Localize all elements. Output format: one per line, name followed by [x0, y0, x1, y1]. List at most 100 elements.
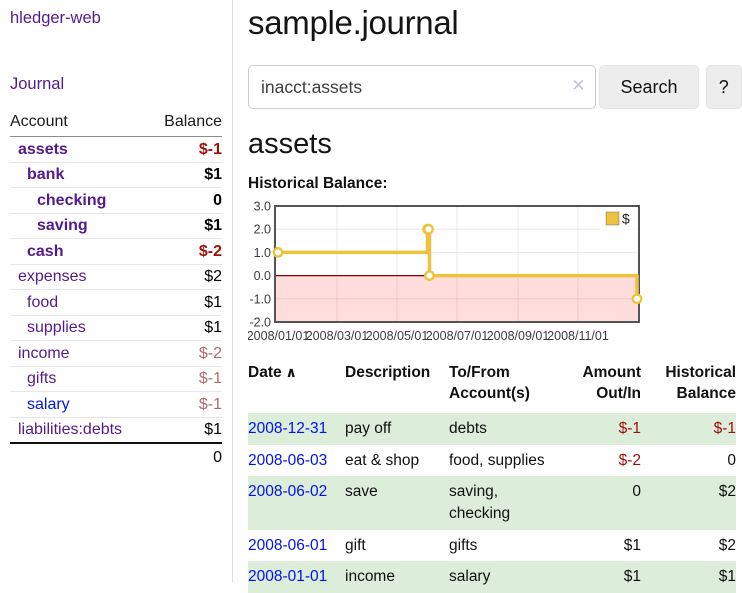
register-header-amount: AmountOut/In	[561, 361, 641, 413]
account-heading: assets	[248, 128, 742, 160]
x-tick-label: 2008/05/01	[366, 329, 429, 343]
account-balance: $1	[150, 315, 222, 341]
transaction-description: eat & shop	[345, 445, 449, 477]
account-balance: $-2	[150, 341, 222, 367]
transaction-date-link[interactable]: 2008-06-01	[248, 537, 327, 554]
data-point-marker	[425, 271, 433, 279]
account-row: checking0	[10, 188, 222, 214]
data-point-marker	[424, 225, 432, 233]
transaction-date-link[interactable]: 2008-01-01	[248, 568, 327, 585]
data-point-marker	[274, 248, 282, 256]
accounts-total-row: 0	[10, 443, 222, 470]
account-link[interactable]: income	[18, 345, 70, 362]
account-row: food $1	[10, 290, 222, 316]
account-link[interactable]: gifts	[27, 370, 56, 387]
balance-column-header: Balance	[150, 111, 222, 137]
accounts-total-value: 0	[10, 443, 222, 470]
account-row: expenses $2	[10, 264, 222, 290]
transaction-accounts: salary	[449, 561, 561, 593]
journal-nav-link[interactable]: Journal	[10, 75, 222, 94]
transaction-date-link[interactable]: 2008-06-02	[248, 483, 327, 500]
account-row: salary$-1	[10, 392, 222, 418]
journal-title: sample.journal	[248, 4, 742, 42]
sort-ascending-icon: ∧	[282, 364, 297, 380]
account-link[interactable]: food	[27, 294, 58, 311]
transaction-description: pay off	[345, 413, 449, 445]
y-tick-label: -2.0	[249, 316, 271, 330]
account-balance: $-2	[150, 239, 222, 265]
transaction-amount: $1	[561, 561, 641, 593]
register-header-description: Description	[345, 361, 449, 413]
transaction-amount: 0	[561, 476, 641, 529]
register-header-tofrom: To/FromAccount(s)	[449, 361, 561, 413]
accounts-balance-table: Account Balance assets$-1bank$1checking0…	[10, 111, 222, 470]
transaction-balance: 0	[641, 445, 736, 477]
account-balance: $1	[150, 162, 222, 188]
transaction-date-link[interactable]: 2008-12-31	[248, 420, 327, 437]
search-form: ✕ Search ?	[248, 65, 742, 109]
sidebar: hledger-web Journal Account Balance asse…	[0, 0, 233, 582]
account-balance: $2	[150, 264, 222, 290]
help-button[interactable]: ?	[706, 65, 742, 109]
transaction-balance: $1	[641, 561, 736, 593]
search-input[interactable]	[248, 65, 596, 109]
account-link[interactable]: supplies	[27, 319, 86, 336]
account-row: saving$1	[10, 213, 222, 239]
transaction-date-link[interactable]: 2008-06-03	[248, 452, 327, 469]
register-header-date[interactable]: Date ∧	[248, 361, 345, 413]
x-tick-label: 2008/09/01	[487, 329, 550, 343]
transaction-description: income	[345, 561, 449, 593]
chart-section-label: Historical Balance:	[248, 175, 742, 193]
main-content: sample.journal ✕ Search ? assets Histori…	[234, 0, 742, 593]
historical-balance-chart: $3.02.01.00.0-1.0-2.02008/01/012008/03/0…	[248, 200, 742, 348]
transaction-row: 2008-06-03eat & shopfood, supplies$-20	[248, 445, 736, 477]
transaction-balance: $-1	[641, 413, 736, 445]
account-link[interactable]: assets	[18, 141, 68, 158]
transaction-row: 2008-06-01 giftgifts$1$2	[248, 530, 736, 562]
account-balance: $1	[150, 290, 222, 316]
search-input-wrap: ✕	[248, 65, 596, 109]
transaction-accounts: gifts	[449, 530, 561, 562]
account-row: income $-2	[10, 341, 222, 367]
account-row: assets $-1	[10, 137, 222, 163]
account-link[interactable]: cash	[27, 243, 63, 260]
account-link[interactable]: saving	[37, 217, 88, 234]
account-balance: $-1	[150, 366, 222, 392]
data-point-marker	[633, 295, 641, 303]
account-link[interactable]: bank	[27, 166, 64, 183]
transaction-accounts: debts	[449, 413, 561, 445]
transaction-row: 2008-01-01incomesalary$1$1	[248, 561, 736, 593]
account-row: cash $-2	[10, 239, 222, 265]
legend-swatch	[606, 212, 619, 225]
account-link[interactable]: salary	[27, 396, 70, 413]
transaction-balance: $2	[641, 530, 736, 562]
y-tick-label: 0.0	[254, 269, 271, 283]
transaction-description: gift	[345, 530, 449, 562]
account-balance: $-1	[150, 137, 222, 163]
x-tick-label: 2008/07/01	[426, 329, 489, 343]
transaction-amount: $-2	[561, 445, 641, 477]
transaction-accounts: saving, checking	[449, 476, 561, 529]
clear-search-icon[interactable]: ✕	[571, 77, 585, 94]
account-column-header: Account	[10, 111, 150, 137]
register-table: Date ∧DescriptionTo/FromAccount(s)Amount…	[248, 361, 736, 593]
legend-label: $	[622, 211, 630, 227]
x-tick-label: 2008/03/01	[306, 329, 369, 343]
y-tick-label: 3.0	[254, 200, 271, 214]
register-header-historical: HistoricalBalance	[641, 361, 736, 413]
brand-link[interactable]: hledger-web	[10, 9, 222, 28]
y-tick-label: -1.0	[249, 292, 271, 306]
account-link[interactable]: checking	[37, 192, 106, 209]
search-button[interactable]: Search	[599, 65, 698, 109]
account-row: bank $1	[10, 162, 222, 188]
transaction-amount: $1	[561, 530, 641, 562]
account-row: supplies $1	[10, 315, 222, 341]
transaction-row: 2008-12-31pay offdebts$-1$-1	[248, 413, 736, 445]
account-link[interactable]: liabilities:debts	[18, 421, 122, 438]
transaction-row: 2008-06-02savesaving, checking0$2	[248, 476, 736, 529]
transaction-balance: $2	[641, 476, 736, 529]
account-link[interactable]: expenses	[18, 268, 87, 285]
y-tick-label: 2.0	[254, 223, 271, 237]
account-row: gifts $-1	[10, 366, 222, 392]
account-row: liabilities:debts$1	[10, 417, 222, 443]
